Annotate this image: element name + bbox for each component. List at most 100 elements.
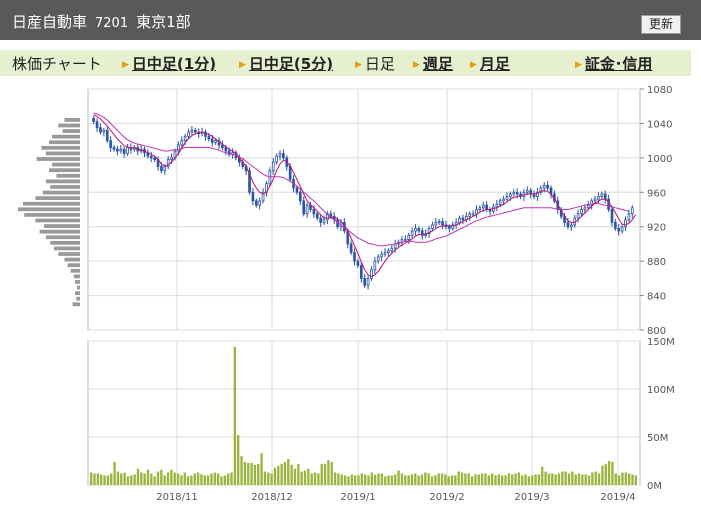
volume-bar — [487, 475, 490, 485]
volume-bar — [527, 476, 531, 485]
volume-bar — [614, 473, 617, 485]
volume-bar — [621, 472, 624, 485]
volume-bar — [116, 471, 120, 485]
profile-bar — [36, 157, 80, 161]
volume-tick-label: 150M — [647, 337, 675, 348]
candle-body — [407, 234, 411, 241]
volume-bar — [93, 473, 96, 485]
profile-bar — [58, 123, 80, 128]
candle-body — [383, 252, 387, 255]
volume-bar — [581, 474, 584, 485]
candle-body — [99, 127, 102, 133]
candle-body — [95, 121, 99, 129]
volume-bar — [320, 463, 323, 485]
volume-bar — [146, 469, 150, 485]
volume-bar — [250, 462, 253, 485]
volume-bar — [454, 475, 457, 485]
volume-bar — [437, 473, 440, 485]
month-label: 2019/1 — [340, 492, 375, 503]
profile-bar — [44, 224, 80, 228]
volume-bar — [223, 475, 226, 485]
profile-bar — [58, 252, 80, 256]
profile-bar — [24, 213, 80, 217]
candle-body — [603, 193, 607, 200]
volume-bar — [196, 472, 200, 485]
volume-bar — [333, 472, 337, 485]
volume-bar — [390, 475, 394, 485]
volume-bar — [343, 475, 347, 485]
candle-body — [214, 140, 217, 143]
volume-bar — [176, 473, 180, 485]
month-label: 2019/4 — [600, 492, 635, 503]
volume-bar — [183, 472, 186, 485]
volume-bar — [357, 475, 360, 485]
profile-bar — [73, 274, 80, 279]
volume-bar — [327, 460, 330, 485]
candle-body — [275, 155, 278, 163]
volume-bar — [567, 473, 571, 485]
candle-body — [112, 147, 116, 150]
volume-bar — [531, 475, 534, 485]
month-label: 2018/11 — [156, 492, 198, 503]
profile-bar — [75, 280, 80, 284]
volume-bar — [554, 474, 557, 485]
candle-body — [109, 140, 112, 148]
candle-body — [278, 153, 282, 157]
volume-bar — [477, 474, 480, 485]
volume-bar — [350, 474, 353, 485]
candle-body — [177, 144, 180, 152]
month-label: 2019/3 — [514, 492, 549, 503]
volume-bar — [120, 473, 123, 485]
candle-body — [485, 204, 488, 210]
candle-body — [593, 198, 597, 202]
volume-bar — [571, 471, 574, 485]
candle-body — [597, 196, 600, 200]
volume-bar — [283, 461, 287, 485]
volume-bar — [233, 346, 237, 485]
candle-body — [122, 148, 126, 154]
profile-bar — [49, 140, 80, 145]
profile-bar — [41, 145, 80, 150]
candle-body — [580, 209, 583, 215]
candle-body — [193, 129, 197, 133]
volume-bar — [90, 472, 93, 485]
volume-bar — [397, 470, 400, 485]
candle-body — [437, 221, 441, 224]
price-tick-label: 920 — [647, 223, 666, 234]
volume-bar — [591, 472, 594, 485]
candle-body — [224, 147, 228, 152]
volume-bar — [597, 473, 601, 485]
volume-bar — [323, 463, 327, 485]
volume-bar — [317, 473, 320, 485]
volume-bar — [474, 474, 477, 485]
volume-bar — [143, 473, 146, 485]
volume-bar — [353, 475, 357, 485]
volume-tick-label: 100M — [647, 385, 675, 396]
price-tick-label: 840 — [647, 292, 666, 303]
profile-bar — [49, 168, 80, 173]
volume-bar — [263, 471, 267, 485]
candle-body — [149, 155, 153, 159]
volume-bar — [377, 473, 380, 485]
volume-bar — [113, 461, 116, 485]
volume-bar — [447, 476, 450, 485]
volume-bar — [290, 464, 293, 485]
volume-bar — [210, 473, 213, 485]
volume-bar — [237, 435, 240, 485]
candle-body — [363, 277, 367, 286]
volume-bar — [173, 472, 176, 485]
volume-bar — [260, 453, 263, 485]
volume-bar — [400, 473, 404, 485]
candle-body — [387, 250, 390, 253]
candle-body — [546, 184, 549, 189]
volume-bar — [200, 474, 203, 485]
profile-bar — [76, 296, 80, 301]
candle-body — [254, 200, 258, 206]
candle-body — [586, 204, 590, 209]
candle-body — [92, 117, 96, 123]
volume-bar — [460, 472, 464, 485]
candle-body — [471, 213, 475, 216]
volume-bar — [360, 473, 363, 485]
volume-bar — [457, 471, 460, 485]
candle-body — [414, 228, 417, 232]
